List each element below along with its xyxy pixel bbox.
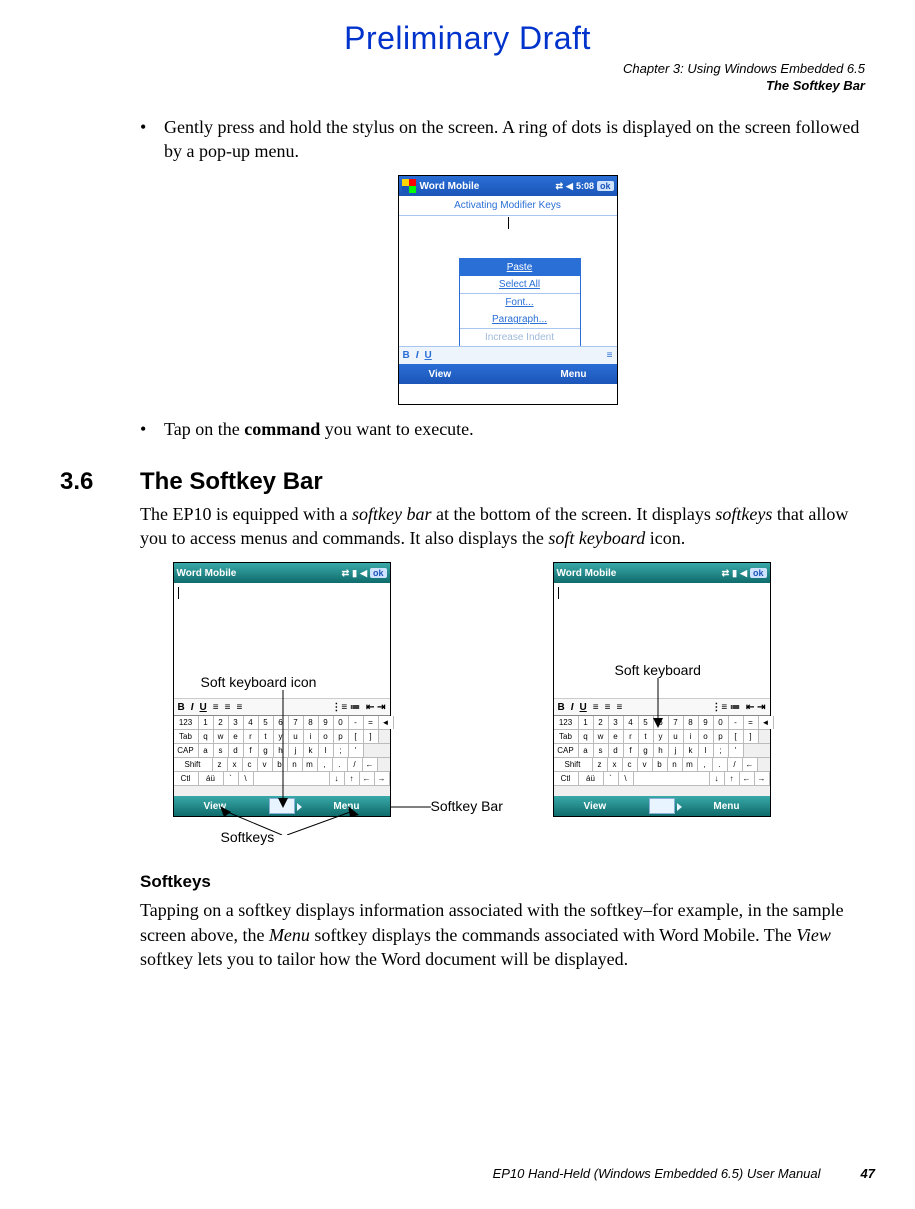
signal-icon: ⇄ <box>342 568 350 579</box>
bullet-text: Gently press and hold the stylus on the … <box>164 115 875 164</box>
window-titlebar: Word Mobile ⇄ ▮ ◀︎ ok <box>554 563 770 583</box>
view-softkey: View <box>584 801 607 812</box>
section-number: 3.6 <box>60 468 140 496</box>
screenshot-b: Word Mobile ⇄ ▮ ◀︎ ok B I U ≡ ≡ <box>553 562 771 817</box>
bold-icon: B <box>178 702 185 713</box>
callout-soft-keyboard: Soft keyboard <box>615 662 701 678</box>
bullet-text: Tap on the command you want to execute. <box>164 417 875 441</box>
list-icon: ⋮≡ ≔ <box>711 702 740 713</box>
window-titlebar: Word Mobile ⇄ ▮ ◀︎ ok <box>174 563 390 583</box>
italic-icon: I <box>191 702 194 713</box>
footer-text: EP10 Hand-Held (Windows Embedded 6.5) Us… <box>493 1166 821 1181</box>
page-number: 47 <box>861 1166 875 1181</box>
ok-button: ok <box>750 568 767 578</box>
menu-item: Select All <box>460 276 580 293</box>
indent-icon: ⇤ ⇥ <box>746 702 766 713</box>
soft-keyboard: 1231234567890-=◄ Tabqwertyuiop[] CAPasdf… <box>174 715 390 796</box>
italic-icon: I <box>416 350 419 361</box>
view-softkey: View <box>204 801 227 812</box>
line-softkey-bar-icon <box>391 805 433 809</box>
chapter-line: Chapter 3: Using Windows Embedded 6.5 <box>60 61 865 78</box>
window-titlebar: Word Mobile ⇄ ◀︎ 5:08 ok <box>399 176 617 196</box>
callout-soft-keyboard-icon: Soft keyboard icon <box>201 674 317 690</box>
soft-keyboard-icon <box>269 798 295 814</box>
menu-item: Paste <box>460 259 580 276</box>
menu-item: Paragraph... <box>460 311 580 328</box>
text-cursor <box>558 587 559 599</box>
soft-keyboard: 1231234567890-=◄ Tabqwertyuiop[] CAPasdf… <box>554 715 770 796</box>
signal-icon: ⇄ <box>722 568 730 579</box>
ok-button: ok <box>597 181 614 191</box>
format-toolbar: B I U ≡ ≡ ≡ ⋮≡ ≔ ⇤ ⇥ <box>174 698 390 716</box>
underline-icon: U <box>580 702 587 713</box>
section-paragraph: The EP10 is equipped with a softkey bar … <box>140 502 875 551</box>
ok-button: ok <box>370 568 387 578</box>
italic-icon: I <box>571 702 574 713</box>
menu-softkey: Menu <box>333 801 359 812</box>
antenna-icon: ▮ <box>352 568 357 579</box>
align-icon: ≡ <box>593 702 599 713</box>
sub-paragraph: Tapping on a softkey displays informatio… <box>140 898 875 971</box>
subheading: Softkeys <box>140 872 875 892</box>
list-icon: ≡ <box>607 350 613 361</box>
align-icon: ≡ <box>225 702 231 713</box>
align-icon: ≡ <box>213 702 219 713</box>
callout-softkeys: Softkeys <box>221 829 275 845</box>
bullet-item: • Tap on the command you want to execute… <box>140 417 875 441</box>
underline-icon: U <box>425 350 432 361</box>
align-icon: ≡ <box>605 702 611 713</box>
bullet-item: • Gently press and hold the stylus on th… <box>140 115 875 164</box>
bold-icon: B <box>403 350 410 361</box>
screenshot-word-mobile-popup: Word Mobile ⇄ ◀︎ 5:08 ok Activating Modi… <box>398 175 618 405</box>
list-icon: ⋮≡ ≔ <box>331 702 360 713</box>
callout-softkey-bar: Softkey Bar <box>431 798 503 814</box>
volume-icon: ◀︎ <box>360 568 367 579</box>
text-cursor <box>508 217 509 229</box>
clock: 5:08 <box>576 181 594 191</box>
document-text: Activating Modifier Keys <box>399 196 617 216</box>
bold-icon: B <box>558 702 565 713</box>
page-footer: EP10 Hand-Held (Windows Embedded 6.5) Us… <box>60 1166 875 1181</box>
bullet-marker: • <box>140 115 164 164</box>
chapter-header: Chapter 3: Using Windows Embedded 6.5 Th… <box>60 61 865 95</box>
align-icon: ≡ <box>616 702 622 713</box>
volume-icon: ◀︎ <box>566 181 573 192</box>
window-title: Word Mobile <box>557 568 617 579</box>
antenna-icon: ▮ <box>732 568 737 579</box>
text-cursor <box>178 587 179 599</box>
bullet-marker: • <box>140 417 164 441</box>
menu-softkey: Menu <box>713 801 739 812</box>
align-icon: ≡ <box>236 702 242 713</box>
view-softkey: View <box>429 369 452 380</box>
section-title: The Softkey Bar <box>140 468 323 496</box>
chapter-subtitle: The Softkey Bar <box>60 78 865 95</box>
indent-icon: ⇤ ⇥ <box>366 702 386 713</box>
format-toolbar: B I U ≡ ≡ ≡ ⋮≡ ≔ ⇤ ⇥ <box>554 698 770 716</box>
format-toolbar: B I U ≡ <box>399 346 617 364</box>
preliminary-draft: Preliminary Draft <box>60 20 875 57</box>
volume-icon: ◀︎ <box>740 568 747 579</box>
softkey-bar: View Menu <box>399 364 617 384</box>
start-icon <box>402 179 416 193</box>
figure-softkey-bar: Word Mobile ⇄ ▮ ◀︎ ok B I U ≡ ≡ <box>173 562 843 852</box>
window-title: Word Mobile <box>420 181 480 192</box>
signal-icon: ⇄ <box>556 181 564 192</box>
soft-keyboard-icon <box>649 798 675 814</box>
menu-item-disabled: Increase Indent <box>460 329 580 346</box>
window-title: Word Mobile <box>177 568 237 579</box>
menu-item: Font... <box>460 294 580 311</box>
underline-icon: U <box>200 702 207 713</box>
menu-softkey: Menu <box>560 369 586 380</box>
